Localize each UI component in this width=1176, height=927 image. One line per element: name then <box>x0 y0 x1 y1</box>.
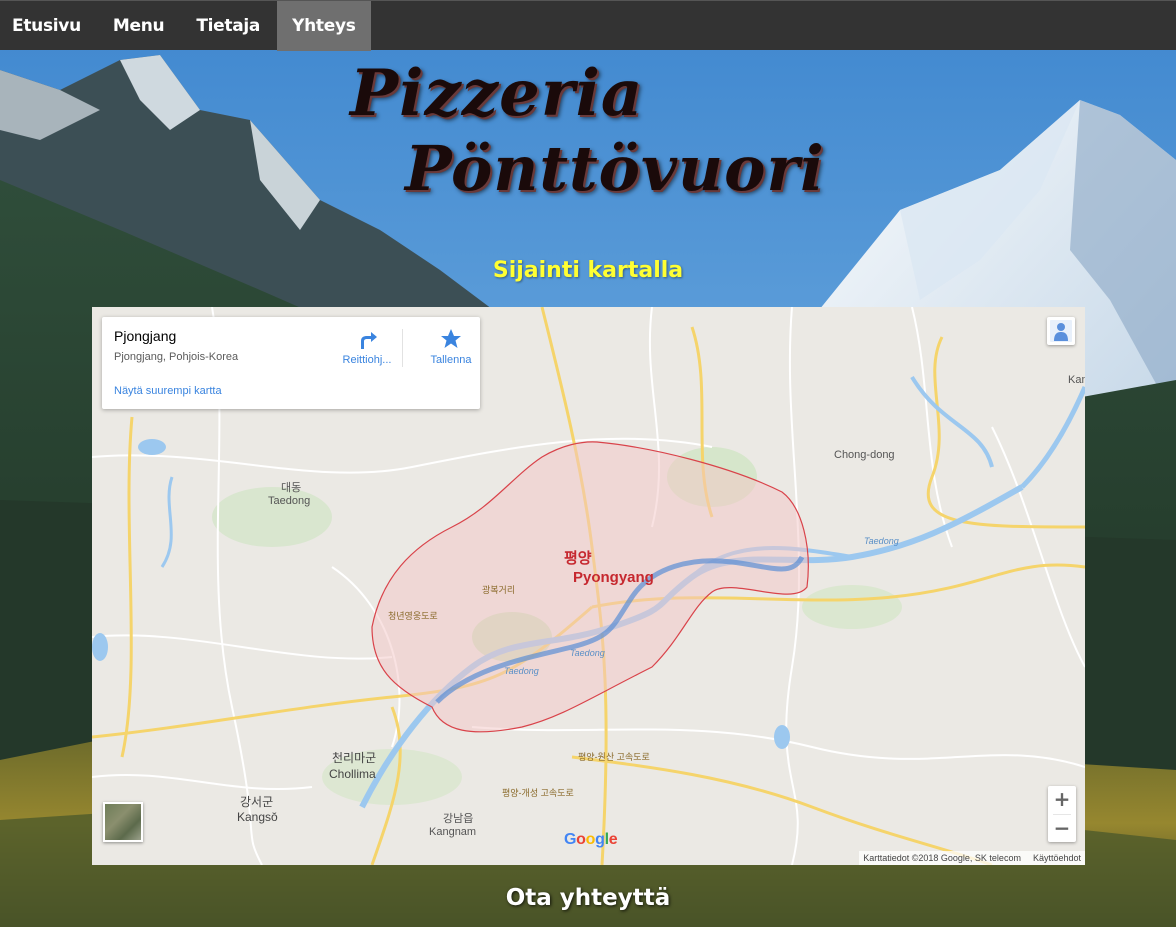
map-label-road-1: 평양-원산 고속도로 <box>578 752 650 762</box>
map-label-river-taedong-1: Taedong <box>864 536 899 546</box>
directions-icon <box>335 327 399 351</box>
logo-line-1: Pizzeria <box>350 56 644 131</box>
google-logo: Google <box>564 831 618 848</box>
place-address: Pjongjang, Pohjois-Korea <box>114 351 239 363</box>
main-navigation: Etusivu Menu Tietaja Yhteys <box>0 0 1176 51</box>
zoom-controls: + − <box>1048 786 1076 842</box>
map-label-kan-edge: Kan <box>1068 374 1085 386</box>
map-label-taedong-en: Taedong <box>268 495 311 507</box>
map-label-river-taedong-3: Taedong <box>504 666 539 676</box>
larger-map-link[interactable]: Näytä suurempi kartta <box>114 385 222 397</box>
nav-item-yhteys[interactable]: Yhteys <box>277 1 371 51</box>
map-attribution: Karttatiedot ©2018 Google, SK telecom Kä… <box>859 851 1085 865</box>
star-icon <box>419 327 483 351</box>
zoom-in-button[interactable]: + <box>1048 786 1076 814</box>
map-label-kangso-ko: 강서군 <box>240 795 274 809</box>
place-name: Pjongjang <box>114 328 177 344</box>
card-divider <box>402 329 403 367</box>
terms-link[interactable]: Käyttöehdot <box>1033 851 1081 865</box>
save-button[interactable]: Tallenna <box>419 327 483 366</box>
map-label-chong-dong: Chong-dong <box>834 449 895 461</box>
map-section-title: Sijainti kartalla <box>492 258 684 283</box>
nav-item-menu[interactable]: Menu <box>98 1 179 51</box>
embedded-map[interactable]: 평양 Pyongyang 대동 Taedong 천리마군 Chollima 강서… <box>92 307 1085 865</box>
nav-item-etusivu[interactable]: Etusivu <box>0 1 96 51</box>
map-label-river-taedong-2: Taedong <box>570 648 605 658</box>
zoom-out-button[interactable]: − <box>1048 815 1076 843</box>
attribution-text: Karttatiedot ©2018 Google, SK telecom <box>863 853 1021 863</box>
map-label-chollima-ko: 천리마군 <box>332 751 377 765</box>
nav-item-tietaja[interactable]: Tietaja <box>181 1 275 51</box>
map-label-chollima-en: Chollima <box>329 767 376 781</box>
save-label: Tallenna <box>430 354 472 366</box>
map-label-pyongyang-ko: 평양 <box>564 550 592 567</box>
logo-line-2: Pönttövuori <box>405 132 825 205</box>
map-label-kangnam-ko: 강남읍 <box>443 813 474 825</box>
satellite-toggle[interactable] <box>103 802 143 842</box>
street-view-pegman-icon[interactable] <box>1047 317 1075 345</box>
map-label-pyongyang-en: Pyongyang <box>573 569 654 586</box>
contact-section-title: Ota yhteyttä <box>505 885 671 911</box>
map-label-taedong-ko: 대동 <box>281 482 302 494</box>
directions-label: Reittiohj... <box>342 354 392 366</box>
map-label-road-4: 광복거리 <box>482 585 516 595</box>
map-label-kangso-en: Kangsŏ <box>237 810 278 824</box>
directions-button[interactable]: Reittiohj... <box>335 327 399 366</box>
map-label-kangnam-en: Kangnam <box>429 826 477 838</box>
map-label-road-3: 청년영웅도로 <box>388 611 438 621</box>
place-card: Pjongjang Pjongjang, Pohjois-Korea Näytä… <box>102 317 480 409</box>
map-label-road-2: 평양-개성 고속도로 <box>502 788 574 798</box>
